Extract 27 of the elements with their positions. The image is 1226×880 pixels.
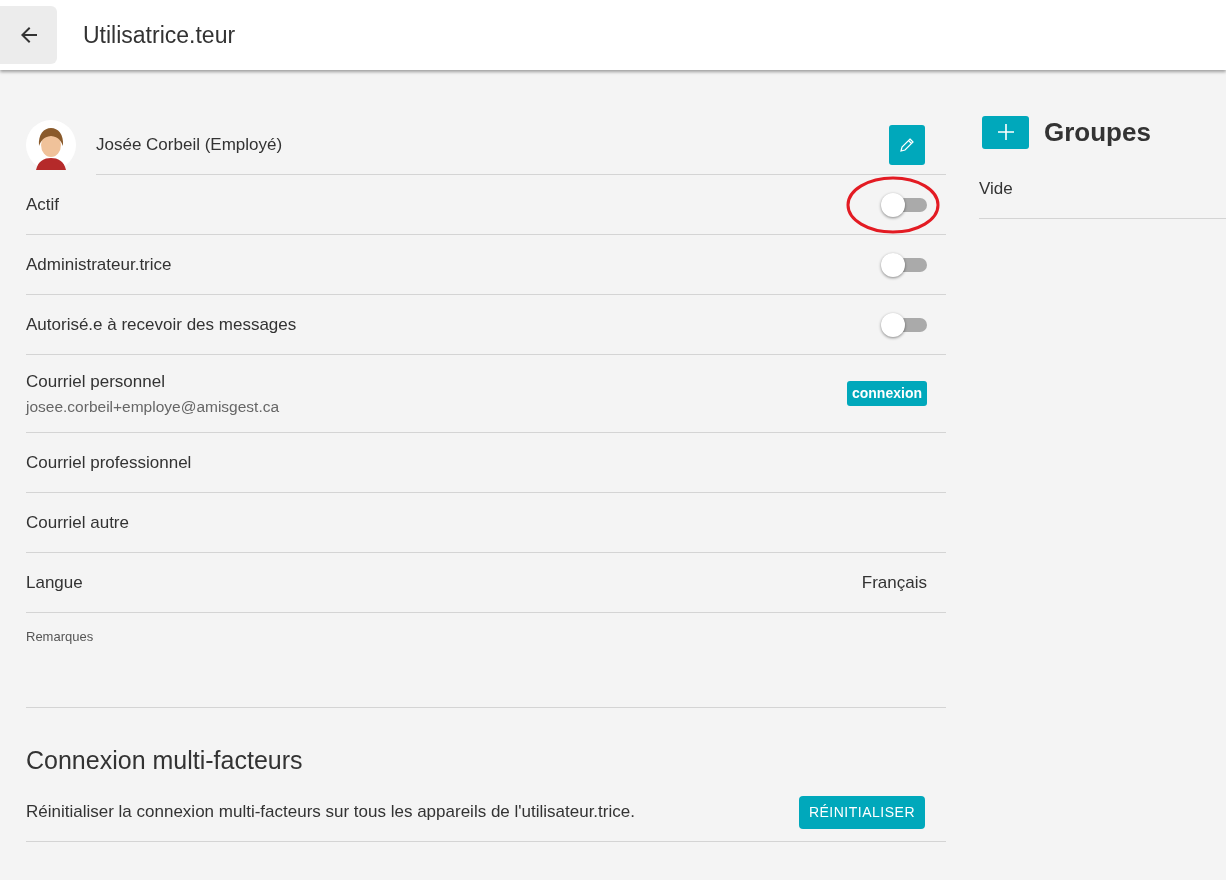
- field-label: Langue: [26, 571, 83, 594]
- back-button[interactable]: [0, 6, 57, 64]
- toggle-switch[interactable]: [881, 192, 927, 217]
- add-group-button[interactable]: [982, 115, 1029, 149]
- field-label: Actif: [26, 193, 60, 216]
- connection-badge: connexion: [847, 381, 927, 406]
- remarks-label: Remarques: [26, 629, 94, 644]
- email-address: josee.corbeil+employe@amisgest.ca: [26, 396, 280, 417]
- field-label: Autorisé.e à recevoir des messages: [26, 313, 297, 336]
- page-title: Utilisatrice.teur: [83, 20, 236, 50]
- mfa-description: Réinitialiser la connexion multi-facteurs sur tous les appareils de l'utilisateur.trice.: [26, 801, 635, 824]
- field-label: Administrateur.trice: [26, 253, 172, 276]
- toggle-switch[interactable]: [881, 252, 927, 277]
- section-heading: Connexion multi-facteurs: [26, 745, 304, 776]
- plus-icon: [996, 123, 1015, 141]
- reset-button[interactable]: RÉINITIALISER: [798, 795, 925, 829]
- pencil-icon: [899, 136, 915, 153]
- edit-button[interactable]: [889, 124, 925, 165]
- avatar-icon: [26, 120, 76, 170]
- user-name: Josée Corbeil (Employé): [96, 133, 283, 156]
- field-label: Courriel professionnel: [26, 451, 192, 474]
- field-value: Français: [861, 571, 927, 594]
- toggle-switch[interactable]: [881, 312, 927, 337]
- empty-text: Vide: [979, 177, 1013, 200]
- field-label: Courriel personnel: [26, 371, 166, 394]
- field-label: Courriel autre: [26, 511, 129, 534]
- groups-heading: Groupes: [1044, 115, 1151, 149]
